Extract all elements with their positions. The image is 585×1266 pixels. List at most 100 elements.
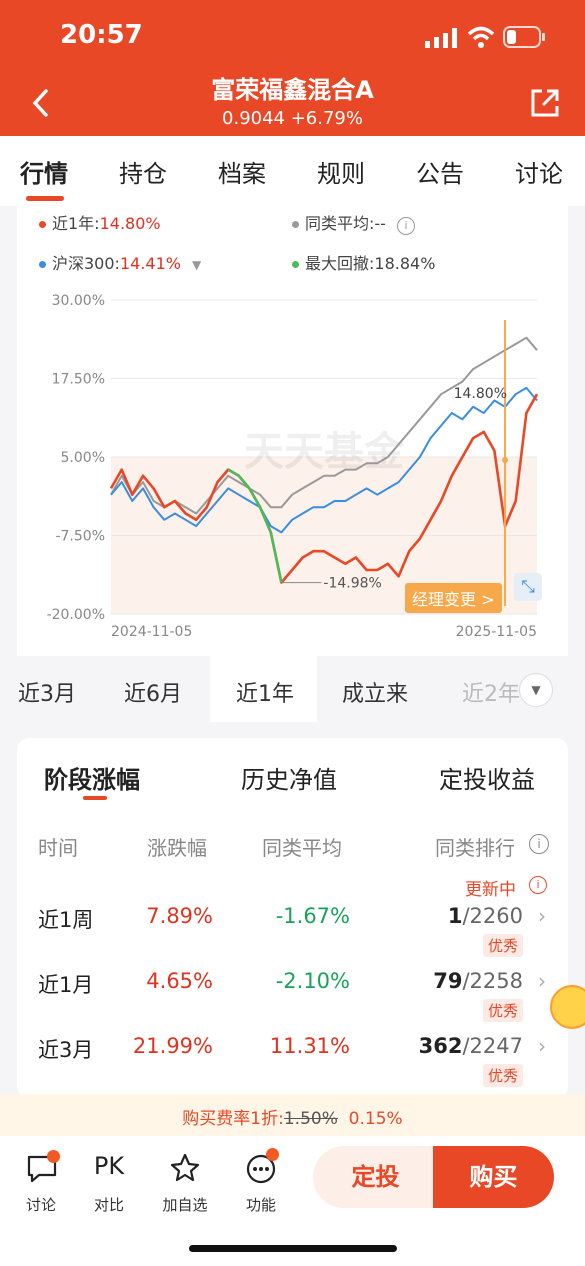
y-tick-label: -7.50% [55,529,105,545]
battery-icon [503,26,545,48]
legend-peer[interactable]: 同类平均:-- i [292,210,416,235]
row-total: /2247 [462,1034,523,1058]
period-2y[interactable]: 近2年 [462,676,520,708]
rank-badge: 优秀 [483,1064,524,1087]
notification-dot [266,1148,279,1161]
row-rank: 1 [447,904,463,928]
compare-button[interactable]: PK 对比 [74,1150,144,1220]
subtab-stage-returns[interactable]: 阶段涨幅 [44,760,140,795]
chevron-right-icon: › [538,1034,546,1058]
fee-label: 购买费率1折: [182,1109,284,1129]
wifi-icon [467,26,495,48]
signal-icon [425,28,457,48]
dropdown-triangle-icon[interactable]: ▼ [192,258,201,272]
tab-discussion[interactable]: 讨论 [515,154,563,189]
row-total: /2260 [462,904,523,928]
row-period: 近3月 [38,1038,94,1062]
fund-header: 富荣福鑫混合A 0.9044 +6.79% [0,70,585,136]
subtab-underline [83,796,107,800]
updating-info-icon[interactable]: i [529,876,547,894]
watchlist-label: 加自选 [162,1196,208,1214]
row-period: 近1周 [38,908,94,932]
chevron-right-icon: › [538,969,546,993]
y-tick-label: -20.00% [47,607,105,623]
row-change: 7.89% [146,904,213,928]
row-total: /2258 [462,969,523,993]
row-avg: -1.67% [275,904,350,928]
tab-market[interactable]: 行情 [20,154,68,189]
period-1y[interactable]: 近1年 [236,676,294,708]
tab-profile[interactable]: 档案 [218,154,266,189]
watchlist-button[interactable]: 加自选 [150,1150,220,1220]
y-tick-label: 5.00% [61,450,105,466]
x-tick-label: 2024-11-05 [111,624,192,640]
row-rank: 79 [433,969,463,993]
fund-nav-change: 0.9044 +6.79% [222,108,363,129]
table-row[interactable]: 近3月 21.99% 11.31% 362/2247 › 优秀 [17,1028,568,1092]
main-tabs: 行情 持仓 档案 规则 公告 讨论 [0,136,585,206]
legend-fund[interactable]: 近1年:14.80% [39,210,161,234]
row-change: 21.99% [132,1034,213,1058]
rank-info-icon[interactable]: i [529,834,549,854]
chevron-right-icon: › [538,904,546,928]
table-row[interactable]: 近1周 7.89% -1.67% 1/2260 › 优秀 [17,898,568,962]
function-button[interactable]: 功能 [226,1148,296,1220]
manager-change-label[interactable]: 经理变更 > [405,583,502,613]
tab-underline [26,196,64,201]
y-tick-label: 30.00% [52,293,105,309]
fee-text: 购买费率1折:1.50% 0.15% [0,1104,585,1129]
period-3m[interactable]: 近3月 [18,676,76,708]
fund-name: 富荣福鑫混合A [211,76,374,104]
subtab-nav-history[interactable]: 历史净值 [241,760,337,795]
header-rank: 同类排行 [435,836,515,860]
fee-new: 0.15% [348,1109,403,1129]
fullscreen-icon[interactable]: ⤡ [514,573,542,601]
stage-returns-card: 阶段涨幅 历史净值 定投收益 时间 涨跌幅 同类平均 同类排行 i 更新中 i … [17,738,568,1098]
tab-holdings[interactable]: 持仓 [119,154,167,189]
pk-icon: PK [93,1152,125,1180]
y-tick-label: 17.50% [52,372,105,388]
compare-label: 对比 [93,1196,124,1214]
chart-watermark: 天天基金 [244,429,405,475]
discuss-button[interactable]: 讨论 [6,1150,76,1220]
row-change: 4.65% [146,969,213,993]
plan-invest-button[interactable]: 定投 [313,1146,438,1208]
row-avg: -2.10% [275,969,350,993]
discuss-label: 讨论 [25,1196,56,1214]
end-value-label: 14.80% [454,386,507,402]
fee-bar: 购买费率1折:1.50% 0.15% [0,1094,585,1136]
home-indicator [189,1245,397,1252]
subtab-plan-returns[interactable]: 定投收益 [439,760,535,795]
share-icon[interactable] [530,88,560,118]
row-period: 近1月 [38,973,94,997]
fee-old: 1.50% [283,1109,338,1129]
rank-badge: 优秀 [483,999,524,1022]
info-icon[interactable]: i [397,217,416,235]
manager-change-dot [502,457,509,463]
legend-drawdown: 最大回撤:18.84% [292,250,435,274]
period-6m[interactable]: 近6月 [124,676,182,708]
min-label: -14.98% [323,576,381,592]
clock: 20:57 [60,20,143,50]
header-period: 时间 [38,836,78,860]
status-bar: 20:57 [0,0,585,70]
row-avg: 11.31% [269,1034,350,1058]
tab-rules[interactable]: 规则 [317,154,365,189]
legend-index[interactable]: 沪深300:14.41% ▼ [39,250,201,274]
header-change: 涨跌幅 [147,836,207,860]
updating-label: 更新中 [465,880,516,900]
star-icon [170,1153,200,1182]
bottom-action-bar: 讨论 PK 对比 加自选 功能 定投 购买 [0,1136,585,1266]
period-selector: 近3月 近6月 近1年 成立来 近2年 ▼ [0,656,585,722]
tab-announcements[interactable]: 公告 [416,154,464,189]
buy-button[interactable]: 购买 [433,1146,554,1208]
rank-badge: 优秀 [483,934,524,957]
table-row[interactable]: 近1月 4.65% -2.10% 79/2258 › 优秀 [17,963,568,1027]
expand-periods-icon[interactable]: ▼ [519,673,553,707]
period-since-inception[interactable]: 成立来 [342,676,408,708]
x-tick-label: 2025-11-05 [456,624,537,640]
header-peer-avg: 同类平均 [262,836,342,860]
row-rank: 362 [418,1034,463,1058]
chart-card: 近1年:14.80% 同类平均:-- i 沪深300:14.41% ▼ 最大回撤… [17,204,568,656]
function-label: 功能 [245,1196,276,1214]
